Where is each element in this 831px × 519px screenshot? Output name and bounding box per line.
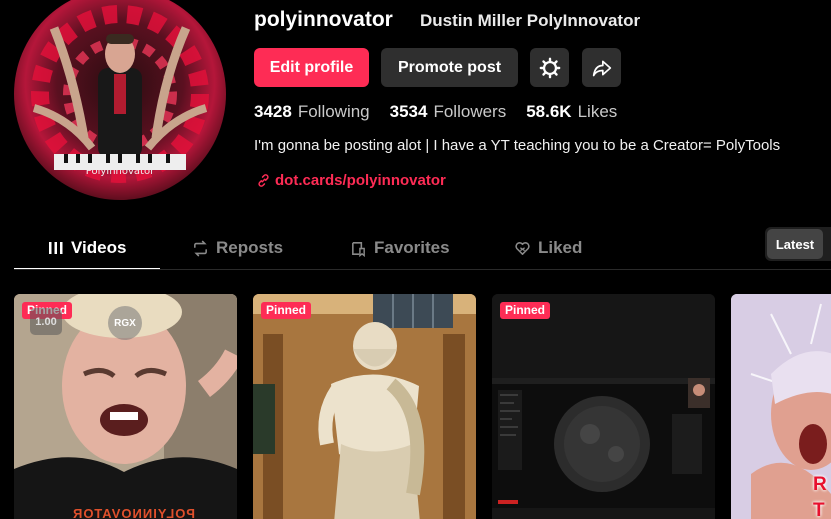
tab-videos[interactable]: Videos (48, 228, 126, 268)
stat-likes: 58.6K Likes (526, 102, 617, 122)
rgx-badge: RGX (108, 306, 142, 340)
stat-label: Following (297, 102, 370, 121)
video-card[interactable]: Pinned 1.00 RGX POLYINNOVATOR (14, 294, 237, 519)
gear-icon (539, 57, 560, 78)
profile-stats: 3428 Following 3534 Followers 58.6K Like… (254, 102, 637, 122)
share-arrow-icon (592, 60, 611, 76)
sort-latest-button[interactable]: Latest (767, 229, 823, 259)
pinned-badge: Pinned (500, 302, 551, 319)
avatar-caption: PolyInnovator (85, 166, 155, 177)
video-card[interactable]: R T (731, 294, 831, 519)
stat-label: Likes (577, 102, 618, 121)
tabs-divider (14, 269, 831, 270)
tab-reposts[interactable]: Reposts (192, 228, 283, 268)
stat-value: 58.6K (526, 102, 572, 121)
username: polyinnovator (254, 8, 393, 31)
stat-following[interactable]: 3428 Following (254, 102, 370, 122)
grid-icon (49, 242, 63, 254)
playback-speed-badge: 1.00 (30, 308, 62, 335)
share-button[interactable] (582, 48, 621, 87)
profile-link[interactable]: dot.cards/polyinnovator (256, 172, 446, 189)
stat-value: 3534 (389, 102, 428, 121)
promote-post-button[interactable]: Promote post (381, 48, 518, 87)
bookmark-icon (352, 241, 365, 257)
tab-label: Reposts (216, 238, 284, 257)
tab-label: Videos (71, 238, 127, 257)
profile-bio: I'm gonna be posting alot | I have a YT … (254, 137, 781, 154)
stat-followers[interactable]: 3534 Followers (390, 102, 507, 122)
stat-value: 3428 (254, 102, 292, 121)
settings-button[interactable] (530, 48, 569, 87)
repost-icon (194, 240, 207, 256)
video-card[interactable]: Pinned (253, 294, 476, 519)
edit-profile-button[interactable]: Edit profile (254, 48, 369, 87)
profile-link-text: dot.cards/polyinnovator (275, 172, 446, 189)
tab-label: Favorites (374, 238, 450, 257)
link-icon (258, 174, 269, 187)
shirt-print: POLYINNOVATOR (72, 506, 196, 519)
overlay-caption-text: R T (813, 474, 827, 519)
content-tabs: Videos Reposts Favorites Liked (14, 228, 831, 270)
video-card[interactable]: Pinned (492, 294, 715, 519)
pinned-badge: Pinned (261, 302, 312, 319)
tab-liked[interactable]: Liked (514, 228, 582, 268)
profile-page: PolyInnovator polyinnovator Dustin Mille… (0, 0, 831, 519)
overlay-caption: R T (813, 472, 827, 519)
display-name: Dustin Miller PolyInnovator (420, 11, 641, 30)
avatar[interactable]: PolyInnovator (14, 0, 226, 200)
tab-label: Liked (538, 238, 583, 257)
stat-label: Followers (433, 102, 507, 121)
tab-favorites[interactable]: Favorites (350, 228, 450, 268)
heart-icon (515, 241, 530, 255)
